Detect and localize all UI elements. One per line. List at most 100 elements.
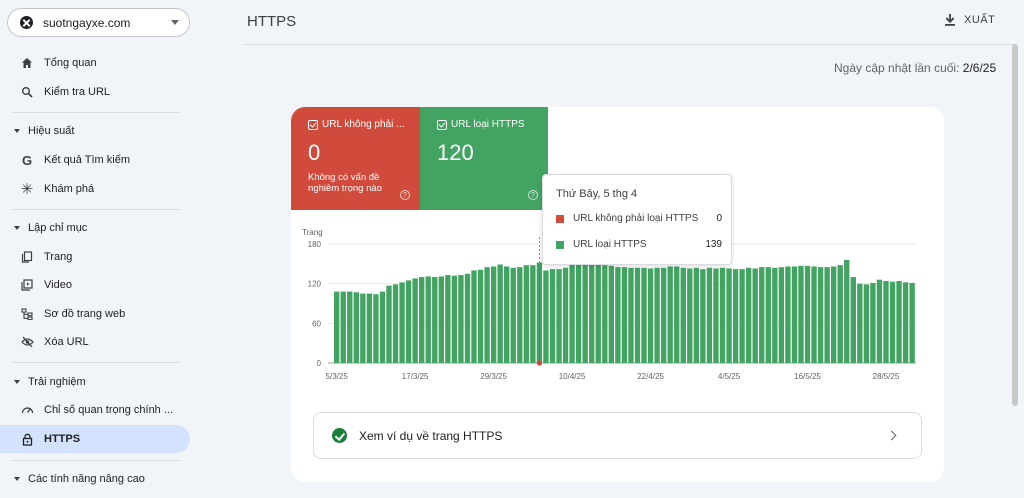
tile-non-https[interactable]: URL không phải ... 0 Không có vấn đề ngh… — [291, 107, 420, 210]
checkbox-checked-icon — [437, 119, 447, 130]
tile-https[interactable]: URL loại HTTPS 120 ? — [420, 107, 548, 210]
x-tick-label: 29/3/25 — [480, 372, 507, 381]
x-tick-label: 17/3/25 — [402, 372, 429, 381]
chart-bar — [745, 267, 752, 363]
chart-bar — [517, 267, 523, 363]
sidebar-item-label: Xóa URL — [44, 336, 89, 348]
tile-count: 0 — [308, 140, 321, 165]
y-tick-label: 0 — [317, 359, 322, 368]
chart-bar — [621, 267, 628, 363]
view-https-examples-row[interactable]: Xem ví dụ về trang HTTPS — [313, 412, 922, 459]
chart-bar — [399, 282, 405, 363]
sidebar-item-label: Khám phá — [44, 183, 95, 195]
sidebar-item-search-results[interactable]: G Kết quả Tìm kiếm — [0, 146, 190, 174]
chart-bar — [353, 292, 359, 363]
sidebar-item-video[interactable]: Video — [0, 271, 190, 299]
page-title: HTTPS — [247, 13, 297, 30]
section-label: Các tính năng nâng cao — [28, 473, 145, 485]
scrollbar[interactable] — [1012, 44, 1018, 406]
chart-bar — [602, 265, 608, 363]
sidebar-item-removals[interactable]: Xóa URL — [0, 328, 190, 356]
chart-bar — [811, 266, 817, 363]
sidebar-item-label: Kết quả Tìm kiếm — [44, 154, 130, 166]
tooltip-row-value: 0 — [716, 213, 722, 224]
export-button[interactable]: XUẤT — [944, 13, 995, 27]
chart-bar — [778, 267, 785, 363]
chart-bar — [837, 265, 843, 363]
chart-bar — [739, 269, 745, 363]
chart-bar — [791, 266, 798, 363]
sidebar-item-discover[interactable]: ✳ Khám phá — [0, 175, 190, 203]
check-circle-icon — [332, 428, 347, 443]
chart-bar — [386, 285, 392, 363]
property-selector[interactable]: suotngayxe.com — [7, 8, 190, 37]
chart-bar — [412, 278, 418, 363]
header-divider — [243, 44, 1015, 45]
y-tick-label: 120 — [308, 280, 322, 289]
pages-icon — [20, 250, 34, 264]
chart-bar — [432, 277, 438, 363]
download-icon — [944, 13, 956, 27]
gauge-icon — [20, 403, 34, 417]
chart-bar — [857, 283, 863, 363]
chart-bar — [615, 267, 621, 363]
sidebar-item-pages[interactable]: Trang — [0, 243, 190, 271]
y-tick-label: 60 — [312, 319, 321, 328]
chart-bar — [360, 293, 366, 363]
chart-bar — [824, 267, 830, 363]
last-updated-value: 2/6/25 — [962, 61, 997, 75]
sitemap-icon — [20, 307, 34, 321]
home-icon — [20, 56, 34, 70]
tooltip-title: Thứ Bảy, 5 thg 4 — [556, 188, 638, 200]
chart-bar — [523, 265, 530, 363]
chart-bar — [863, 284, 870, 363]
help-icon[interactable]: ? — [528, 190, 538, 200]
chart-bar — [804, 265, 811, 363]
chart-bar — [569, 263, 575, 363]
chart-bar — [504, 266, 510, 363]
chart-bar — [477, 269, 484, 363]
collapse-triangle-icon — [14, 477, 20, 481]
chart-bar — [674, 266, 680, 363]
checkbox-checked-icon — [308, 119, 318, 130]
chart-bar — [340, 291, 346, 363]
tile-label: URL không phải ... — [322, 119, 405, 130]
chart-bar — [366, 293, 373, 363]
sidebar-item-overview[interactable]: Tổng quan — [0, 49, 190, 77]
section-label: Trải nghiệm — [28, 376, 86, 388]
chart-bar — [889, 281, 896, 363]
chart-bar — [752, 268, 758, 363]
chart-bar — [883, 281, 889, 363]
chart-bar — [680, 267, 686, 363]
chart-bar — [772, 267, 778, 363]
chart-bar — [549, 269, 556, 363]
chart-bar — [876, 279, 883, 363]
tooltip-row-value: 139 — [705, 239, 722, 250]
chart-bar — [595, 263, 601, 363]
collapse-triangle-icon — [14, 129, 20, 133]
sidebar-item-core-web-vitals[interactable]: Chỉ số quan trọng chính ... — [0, 396, 190, 424]
help-icon[interactable]: ? — [400, 190, 410, 200]
chart-bar — [726, 268, 732, 363]
search-icon — [20, 85, 34, 99]
sidebar-item-https[interactable]: HTTPS — [0, 425, 190, 453]
chart-bar — [759, 267, 765, 363]
divider — [12, 460, 180, 461]
chart-bar — [667, 266, 673, 363]
section-experience[interactable]: Trải nghiệm — [0, 369, 190, 395]
x-tick-label: 16/5/25 — [794, 372, 821, 381]
y-axis-title: Trang — [302, 228, 323, 237]
sidebar-item-url-inspection[interactable]: Kiểm tra URL — [0, 78, 190, 106]
tile-note: Không có vấn đề nghiêm trọng nào — [308, 172, 382, 194]
section-enhancements[interactable]: Các tính năng nâng cao — [0, 466, 190, 492]
chart-bar — [700, 269, 706, 363]
section-indexing[interactable]: Lập chỉ mục — [0, 215, 190, 241]
tooltip-row-non-https: URL không phải loại HTTPS 0 — [556, 213, 722, 224]
sidebar-item-sitemaps[interactable]: Sơ đồ trang web — [0, 300, 190, 328]
video-icon — [20, 278, 34, 292]
sidebar: suotngayxe.com Tổng quan Kiểm tra URL Hi… — [0, 0, 198, 498]
chart-bar — [484, 267, 490, 363]
tile-label: URL loại HTTPS — [451, 119, 525, 130]
section-performance[interactable]: Hiệu suất — [0, 118, 190, 144]
chart-bar — [490, 266, 497, 363]
